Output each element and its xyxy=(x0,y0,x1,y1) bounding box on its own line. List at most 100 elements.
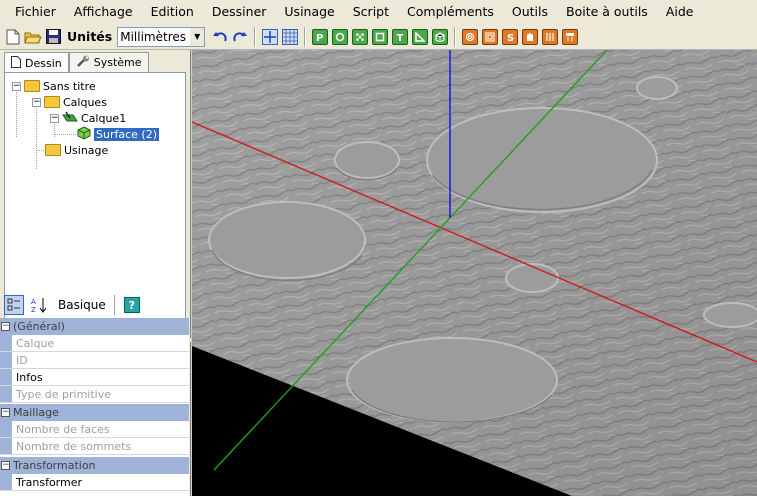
menu-script[interactable]: Script xyxy=(344,0,398,24)
property-row[interactable]: ID xyxy=(0,352,189,369)
category-general[interactable]: − (Général) xyxy=(0,318,189,335)
menu-boite-a-outils[interactable]: Boite à outils xyxy=(557,0,657,24)
polyline-icon[interactable] xyxy=(411,28,429,46)
calculator-icon[interactable] xyxy=(561,28,579,46)
new-file-icon[interactable] xyxy=(4,28,22,46)
toolbar: Unités Millimètres ▼ P T S xyxy=(0,24,757,50)
collapse-icon[interactable]: − xyxy=(1,408,10,417)
undo-icon[interactable] xyxy=(211,28,229,46)
tab-systeme-label: Système xyxy=(93,56,142,69)
open-folder-icon[interactable] xyxy=(24,28,42,46)
property-name: Infos xyxy=(16,370,43,384)
square-icon[interactable] xyxy=(371,28,389,46)
tree-node-calque1[interactable]: − Calque1 xyxy=(50,110,126,126)
tab-systeme[interactable]: Système xyxy=(68,52,149,72)
property-row[interactable]: Nombre de sommets xyxy=(0,438,189,455)
square-toolpath-icon[interactable] xyxy=(481,28,499,46)
tree-node-calques-label: Calques xyxy=(63,95,107,109)
document-icon xyxy=(11,55,21,71)
menu-complements[interactable]: Compléments xyxy=(398,0,503,24)
property-row[interactable]: Nombre de faces xyxy=(0,421,189,438)
tree-node-root-label: Sans titre xyxy=(43,79,96,93)
property-row[interactable]: Infos xyxy=(0,369,189,386)
help-icon[interactable]: ? xyxy=(123,297,140,313)
wrench-icon xyxy=(76,55,90,70)
property-mode-label[interactable]: Basique xyxy=(58,298,106,312)
units-label: Unités xyxy=(67,29,113,44)
draw-p-icon[interactable]: P xyxy=(311,28,329,46)
property-row[interactable]: Calque xyxy=(0,335,189,352)
menu-aide[interactable]: Aide xyxy=(657,0,703,24)
save-icon[interactable] xyxy=(44,28,62,46)
redo-icon[interactable] xyxy=(231,28,249,46)
svg-text:T: T xyxy=(397,33,404,42)
menu-fichier[interactable]: Fichier xyxy=(6,0,65,24)
menu-affichage[interactable]: Affichage xyxy=(65,0,142,24)
toolbar-separator xyxy=(304,26,307,47)
toolbar-separator xyxy=(454,26,457,47)
menu-dessiner[interactable]: Dessiner xyxy=(203,0,276,24)
crater xyxy=(703,302,757,328)
svg-text:S: S xyxy=(507,33,514,42)
dice-icon[interactable] xyxy=(351,28,369,46)
tab-dessin-label: Dessin xyxy=(25,56,62,70)
surface-icon[interactable] xyxy=(431,28,449,46)
tree-node-calques[interactable]: − Calques xyxy=(32,94,107,110)
collapse-icon[interactable]: − xyxy=(1,461,10,470)
tree-connector xyxy=(36,101,37,169)
grid-icon[interactable] xyxy=(281,28,299,46)
category-transformation[interactable]: − Transformation xyxy=(0,457,189,474)
tree-node-calque1-label: Calque1 xyxy=(81,111,127,125)
property-row[interactable]: Type de primitive xyxy=(0,386,189,403)
toolbar-separator xyxy=(254,26,257,47)
layer-icon xyxy=(62,111,78,126)
property-row[interactable]: Transformer xyxy=(0,474,189,491)
crater xyxy=(334,141,400,179)
category-transformation-label: Transformation xyxy=(13,459,96,472)
folder-icon xyxy=(24,80,40,92)
tree-connector xyxy=(54,134,76,135)
tab-dessin[interactable]: Dessin xyxy=(4,52,69,73)
chevron-down-icon[interactable]: ▼ xyxy=(190,27,205,46)
stripes-icon[interactable] xyxy=(541,28,559,46)
categorized-icon[interactable] xyxy=(4,295,24,315)
property-toolbar: AZ Basique ? xyxy=(0,292,191,318)
tree-node-surface-label: Surface (2) xyxy=(94,127,159,141)
shape-icon[interactable] xyxy=(521,28,539,46)
menu-edition[interactable]: Edition xyxy=(142,0,203,24)
units-select[interactable]: Millimètres ▼ xyxy=(117,26,206,47)
menu-usinage[interactable]: Usinage xyxy=(275,0,343,24)
property-name: Transformer xyxy=(16,475,83,489)
circle-icon[interactable] xyxy=(331,28,349,46)
collapse-icon[interactable]: − xyxy=(50,113,59,123)
sort-alpha-icon[interactable]: AZ xyxy=(30,295,50,315)
property-name: Type de primitive xyxy=(16,387,111,401)
property-name: ID xyxy=(16,353,28,367)
category-maillage-label: Maillage xyxy=(13,406,59,419)
property-name: Nombre de sommets xyxy=(16,439,132,453)
property-name: Calque xyxy=(16,336,55,350)
tree-node-root[interactable]: − Sans titre xyxy=(12,78,96,94)
folder-icon xyxy=(45,144,61,156)
folder-icon xyxy=(44,96,60,108)
letter-s-icon[interactable]: S xyxy=(501,28,519,46)
category-maillage[interactable]: − Maillage xyxy=(0,404,189,421)
units-select-value: Millimètres xyxy=(120,29,187,44)
collapse-icon[interactable]: − xyxy=(1,322,10,331)
crater xyxy=(505,263,559,293)
collapse-icon[interactable]: − xyxy=(32,97,41,107)
svg-text:A: A xyxy=(31,298,36,306)
tree-node-surface[interactable]: Surface (2) xyxy=(77,125,159,143)
svg-text:Z: Z xyxy=(31,306,36,313)
toolpath-icon[interactable] xyxy=(461,28,479,46)
surface-cube-icon xyxy=(77,125,91,143)
3d-viewport[interactable] xyxy=(192,50,757,496)
collapse-icon[interactable]: − xyxy=(12,81,21,91)
tree-connector xyxy=(36,150,44,151)
axis-icon[interactable] xyxy=(261,28,279,46)
tree-node-usinage[interactable]: Usinage xyxy=(45,142,108,158)
category-general-label: (Général) xyxy=(13,320,65,333)
menu-outils[interactable]: Outils xyxy=(503,0,557,24)
menu-bar: Fichier Affichage Edition Dessiner Usina… xyxy=(0,0,757,24)
text-t-icon[interactable]: T xyxy=(391,28,409,46)
